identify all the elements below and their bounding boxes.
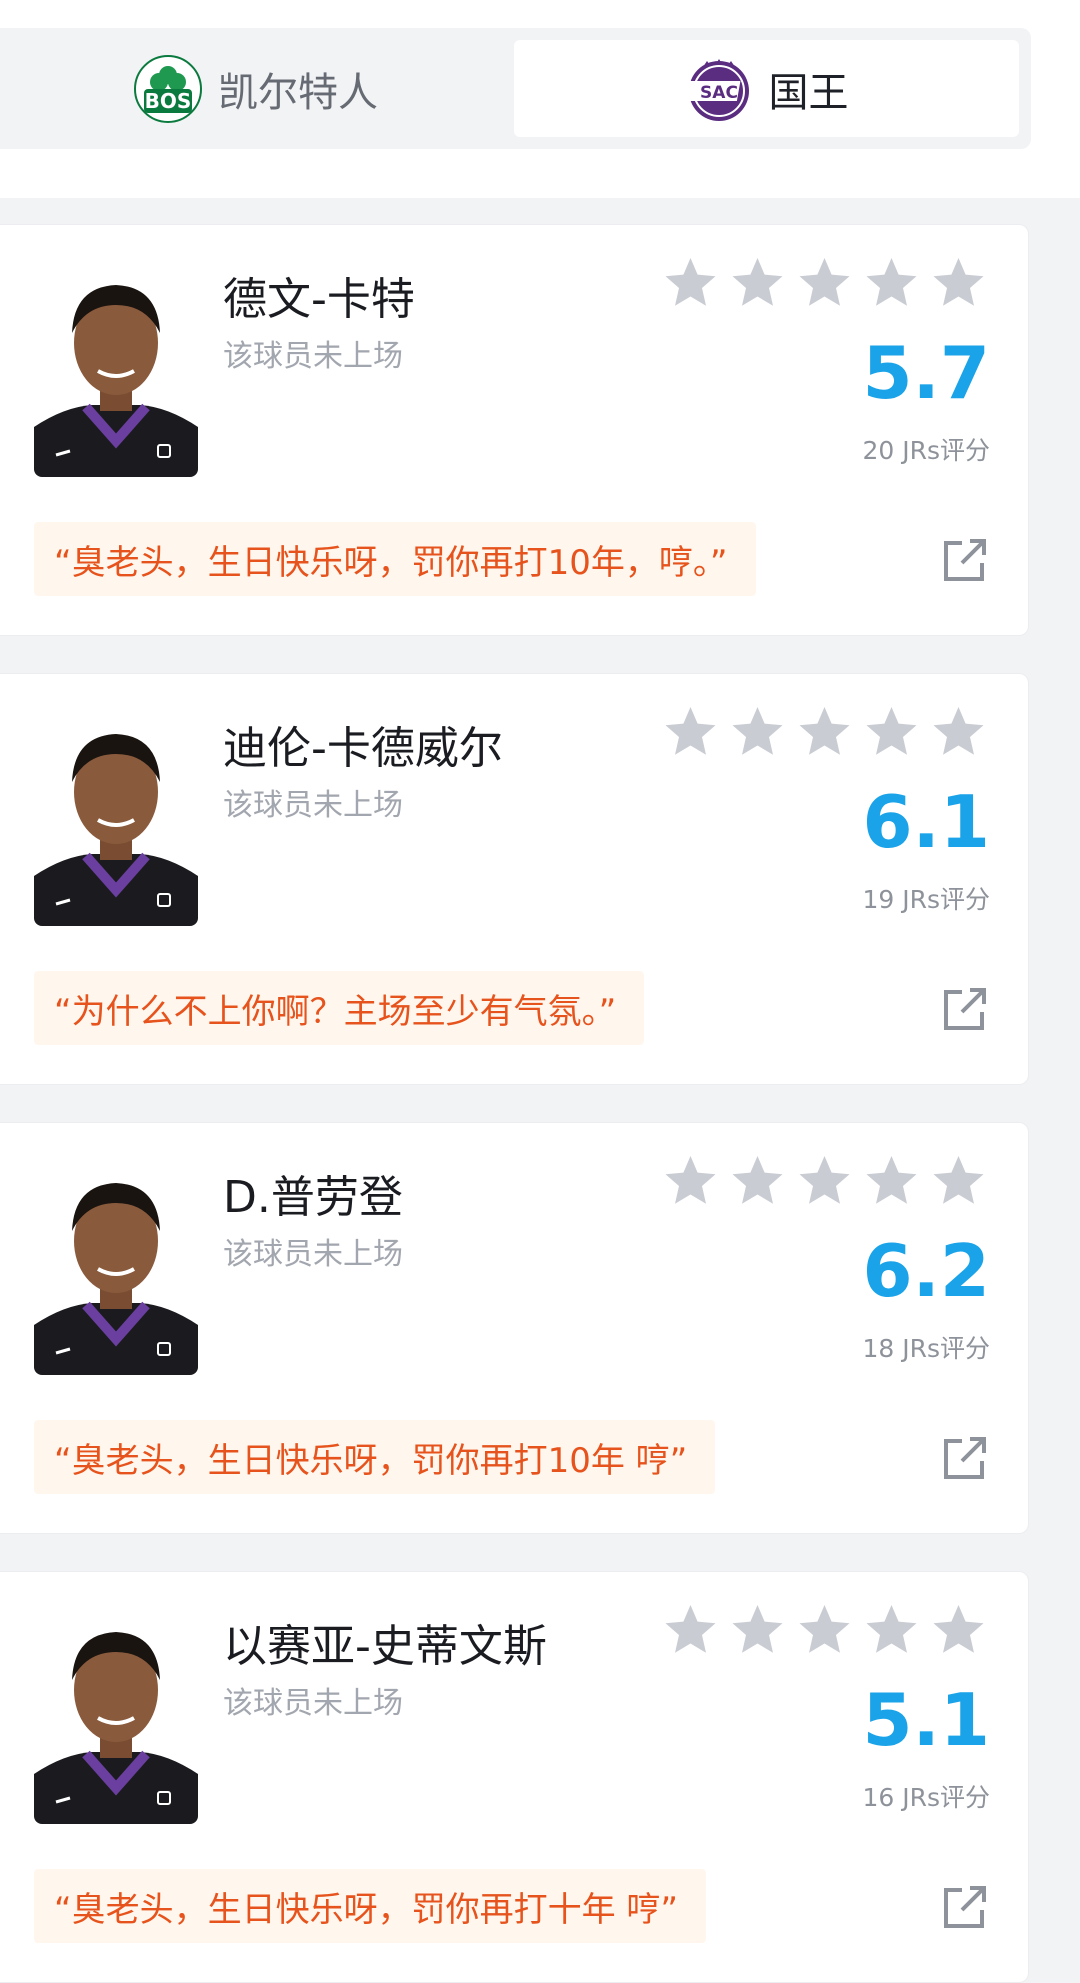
share-icon[interactable]	[942, 537, 988, 583]
player-status: 该球员未上场	[223, 339, 403, 374]
player-card: 迪伦-卡德威尔 该球员未上场 6.1 19 JRs评分 “为什么不上你啊？主场至…	[0, 673, 1029, 1085]
rating-stars[interactable]	[662, 255, 987, 317]
rating-stars[interactable]	[662, 1153, 987, 1215]
star-icon[interactable]	[796, 704, 853, 761]
player-score: 5.7	[862, 331, 990, 415]
star-icon[interactable]	[930, 255, 987, 312]
rating-count: 16 JRs评分	[862, 1783, 990, 1812]
star-icon[interactable]	[930, 704, 987, 761]
player-name: 德文-卡特	[223, 274, 415, 325]
player-avatar	[34, 708, 198, 926]
share-icon[interactable]	[942, 1884, 988, 1930]
top-comment[interactable]: “臭老头，生日快乐呀，罚你再打10年 哼”	[34, 1420, 716, 1494]
rating-count: 19 JRs评分	[862, 885, 990, 914]
star-icon[interactable]	[729, 1602, 786, 1659]
share-icon[interactable]	[942, 1435, 988, 1481]
star-icon[interactable]	[662, 1153, 719, 1210]
star-icon[interactable]	[662, 1602, 719, 1659]
player-avatar	[34, 1157, 198, 1375]
player-status: 该球员未上场	[223, 1686, 403, 1721]
svg-text:SAC: SAC	[700, 83, 738, 103]
kings-logo-icon: SAC	[684, 58, 749, 121]
star-icon[interactable]	[796, 1602, 853, 1659]
star-icon[interactable]	[930, 1153, 987, 1210]
star-icon[interactable]	[863, 255, 920, 312]
player-card: D.普劳登 该球员未上场 6.2 18 JRs评分 “臭老头，生日快乐呀，罚你再…	[0, 1122, 1029, 1534]
team-tabs: BOS 凯尔特人 SAC 国王	[0, 28, 1031, 149]
player-score: 6.1	[862, 780, 990, 864]
tab-kings-label: 国王	[768, 69, 849, 116]
player-name: 迪伦-卡德威尔	[223, 723, 503, 774]
player-card: 以赛亚-史蒂文斯 该球员未上场 5.1 16 JRs评分 “臭老头，生日快乐呀，…	[0, 1571, 1029, 1983]
star-icon[interactable]	[662, 255, 719, 312]
tab-celtics-label: 凯尔特人	[218, 69, 378, 116]
team-switcher-area: BOS 凯尔特人 SAC 国王	[0, 0, 1080, 198]
player-card: 德文-卡特 该球员未上场 5.7 20 JRs评分 “臭老头，生日快乐呀，罚你再…	[0, 224, 1029, 636]
rating-count: 20 JRs评分	[862, 436, 990, 465]
player-photo	[34, 259, 198, 477]
player-avatar	[34, 1606, 198, 1824]
player-avatar	[34, 259, 198, 477]
player-name: D.普劳登	[223, 1172, 403, 1223]
tab-celtics[interactable]: BOS 凯尔特人	[0, 40, 512, 137]
player-photo	[34, 1157, 198, 1375]
top-comment[interactable]: “为什么不上你啊？主场至少有气氛。”	[34, 971, 645, 1045]
player-photo	[34, 708, 198, 926]
player-status: 该球员未上场	[223, 1237, 403, 1272]
share-icon[interactable]	[942, 986, 988, 1032]
star-icon[interactable]	[662, 704, 719, 761]
player-score: 5.1	[862, 1678, 990, 1762]
star-icon[interactable]	[863, 704, 920, 761]
star-icon[interactable]	[863, 1153, 920, 1210]
player-photo	[34, 1606, 198, 1824]
rating-count: 18 JRs评分	[862, 1334, 990, 1363]
svg-text:BOS: BOS	[145, 89, 192, 113]
star-icon[interactable]	[729, 255, 786, 312]
celtics-logo-icon: BOS	[134, 54, 202, 123]
star-icon[interactable]	[796, 255, 853, 312]
player-score: 6.2	[862, 1229, 990, 1313]
player-status: 该球员未上场	[223, 788, 403, 823]
star-icon[interactable]	[729, 704, 786, 761]
star-icon[interactable]	[930, 1602, 987, 1659]
rating-stars[interactable]	[662, 704, 987, 766]
star-icon[interactable]	[863, 1602, 920, 1659]
rating-stars[interactable]	[662, 1602, 987, 1664]
tab-kings[interactable]: SAC 国王	[514, 40, 1019, 137]
top-comment[interactable]: “臭老头，生日快乐呀，罚你再打十年 哼”	[34, 1869, 707, 1943]
star-icon[interactable]	[729, 1153, 786, 1210]
top-comment[interactable]: “臭老头，生日快乐呀，罚你再打10年，哼。”	[34, 522, 756, 596]
player-name: 以赛亚-史蒂文斯	[223, 1621, 547, 1672]
star-icon[interactable]	[796, 1153, 853, 1210]
